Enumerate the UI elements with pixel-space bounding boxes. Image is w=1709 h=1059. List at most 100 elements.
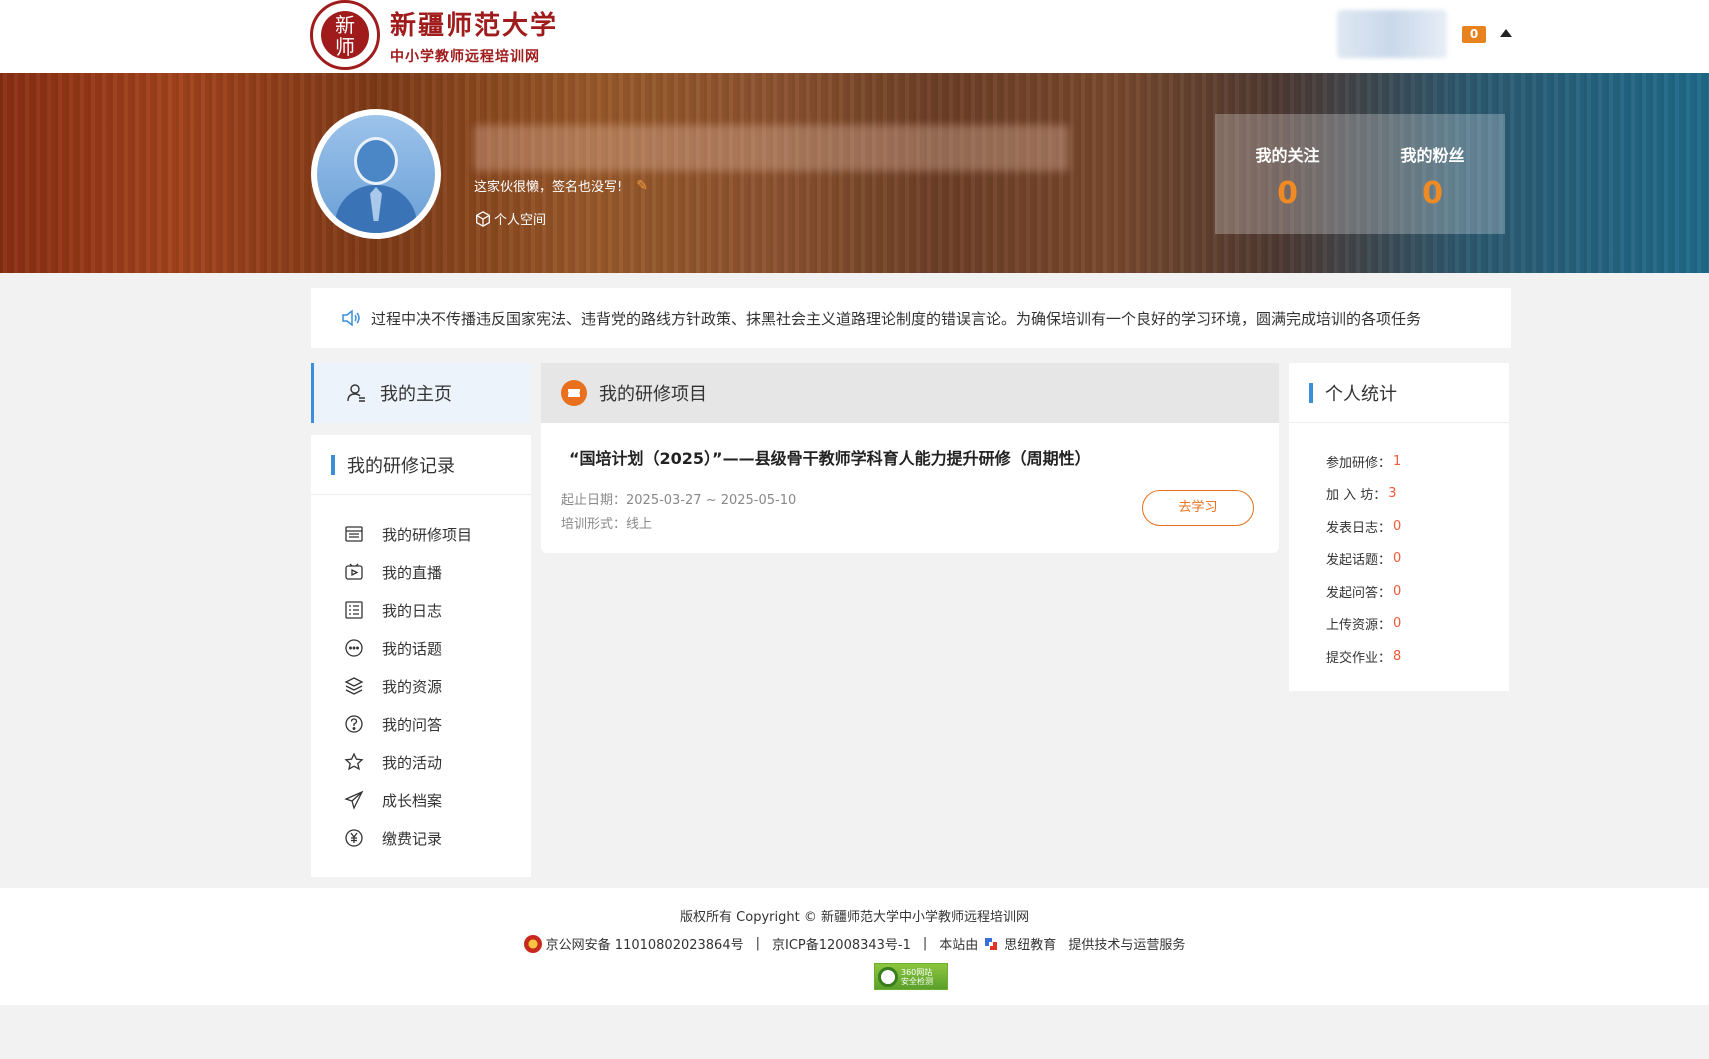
personal-stats-panel: 个人统计 参加研修： 1 加 入 坊： 3 发表日志： 0 发起话题： 0 发起问答： 0… [1289, 363, 1509, 691]
stat-row: 加 入 坊： 3 [1326, 478, 1509, 511]
records-panel: 我的研修记录 我的研修项目 我的直播 我的日志 我的话题 我的资源 我的问答 我… [311, 435, 531, 877]
question-icon [345, 715, 363, 733]
project-form: 培训形式：线上 [561, 513, 652, 532]
stat-label: 加 入 坊： [1326, 488, 1387, 504]
projects-section-title: 我的研修项目 [599, 384, 707, 405]
stat-value[interactable]: 0 [1393, 584, 1401, 599]
footer-records: 京公网安备 11010802023864号 | 京ICP备12008343号-1… [0, 934, 1709, 953]
title-accent-bar [1309, 382, 1313, 403]
following-label: 我的关注 [1255, 146, 1320, 165]
user-avatar-name-blurred[interactable] [1337, 10, 1447, 58]
notice-text: 过程中决不传播违反国家宪法、违背党的路线方针政策、抹黑社会主义道路理论制度的错误… [371, 309, 1422, 328]
sidebar-item-resource[interactable]: 我的资源 [311, 667, 531, 705]
sidebar-item-live[interactable]: 我的直播 [311, 553, 531, 591]
sidebar-item-topic[interactable]: 我的话题 [311, 629, 531, 667]
personal-space-label: 个人空间 [494, 213, 547, 228]
form-value: 线上 [626, 517, 653, 532]
personal-space-link[interactable]: 个人空间 [474, 209, 546, 228]
stat-value[interactable]: 0 [1393, 551, 1401, 566]
send-plane-icon [344, 790, 364, 810]
site-by-text: 本站由 [939, 938, 979, 953]
records-title: 我的研修记录 [347, 455, 455, 477]
go-study-button[interactable]: 去学习 [1142, 490, 1254, 526]
stat-value[interactable]: 0 [1393, 519, 1401, 534]
fans-count: 0 [1422, 176, 1443, 211]
records-menu: 我的研修项目 我的直播 我的日志 我的话题 我的资源 我的问答 我的活动 成长档… [311, 495, 531, 857]
police-emblem-icon [523, 934, 542, 953]
badge-line-1: 360网站 [901, 967, 933, 977]
sidebar-item-label: 成长档案 [382, 791, 443, 810]
fans-label: 我的粉丝 [1400, 146, 1465, 165]
stat-label: 上传资源： [1326, 618, 1392, 634]
sidebar-item-payment[interactable]: 缴费记录 [311, 819, 531, 857]
sidebar-item-label: 我的资源 [382, 677, 443, 696]
sidebar-item-label: 我的问答 [382, 715, 443, 734]
live-tv-icon [345, 563, 363, 580]
seal-char-top: 新 [335, 13, 355, 37]
service-text: 提供技术与运营服务 [1068, 938, 1186, 953]
stat-value[interactable]: 3 [1388, 486, 1396, 501]
stat-value[interactable]: 8 [1393, 649, 1401, 664]
form-label: 培训形式： [561, 517, 627, 532]
footer: 版权所有 Copyright © 新疆师范大学中小学教师远程培训网 京公网安备 … [0, 888, 1709, 1005]
list-doc-icon [345, 526, 363, 542]
cube-icon [476, 210, 490, 227]
sidebar-item-log[interactable]: 我的日志 [311, 591, 531, 629]
copyright-text: 版权所有 Copyright © 新疆师范大学中小学教师远程培训网 [680, 910, 1029, 925]
user-name-blurred [474, 125, 1069, 171]
site-name: 中小学教师远程培训网 [390, 48, 540, 65]
message-count-badge[interactable]: 0 [1462, 26, 1486, 43]
badge-line-2: 安全检测 [901, 976, 933, 986]
university-seal-icon: 新 师 [310, 0, 380, 70]
yen-icon [345, 829, 363, 847]
stat-label: 参加研修： [1326, 455, 1392, 471]
stat-label: 提交作业： [1326, 650, 1392, 666]
caret-up-icon[interactable] [1500, 29, 1512, 37]
notice-bar: 过程中决不传播违反国家宪法、违背党的路线方针政策、抹黑社会主义道路理论制度的错误… [311, 288, 1511, 348]
project-date: 起止日期：2025-03-27 ~ 2025-05-10 [561, 489, 796, 508]
sidebar-item-projects[interactable]: 我的研修项目 [311, 515, 531, 553]
layers-icon [344, 677, 364, 695]
sidebar-item-label: 我的研修项目 [382, 525, 473, 544]
sidebar-item-label: 缴费记录 [382, 829, 443, 848]
follow-stats-box: 我的关注 0 我的粉丝 0 [1215, 114, 1505, 234]
stat-label: 发起话题： [1326, 553, 1392, 569]
top-bar: 新 师 新疆师范大学 中小学教师远程培训网 0 [0, 0, 1709, 73]
sidebar-item-label: 我的活动 [382, 753, 443, 772]
company-link[interactable]: 思纽教育 [1004, 934, 1056, 953]
sidebar-item-qa[interactable]: 我的问答 [311, 705, 531, 743]
pencil-icon[interactable]: ✎ [636, 178, 648, 194]
separator: | [755, 936, 760, 951]
magnifier-icon [878, 966, 898, 987]
seal-char-bottom: 师 [335, 35, 355, 59]
police-record-link[interactable]: 京公网安备 11010802023864号 [546, 934, 744, 953]
company-logo-icon [985, 937, 998, 950]
sidebar-item-activity[interactable]: 我的活动 [311, 743, 531, 781]
sidebar-item-home[interactable]: 我的主页 [311, 363, 531, 423]
sidebar-item-label: 我的日志 [382, 601, 443, 620]
project-title[interactable]: “国培计划（2025）”——县级骨干教师学科育人能力提升研修（周期性） [569, 445, 1091, 469]
signature-row: 这家伙很懒，签名也没写! ✎ [474, 176, 648, 196]
separator: | [922, 936, 928, 951]
sidebar-item-label: 我的直播 [382, 563, 443, 582]
following-count: 0 [1277, 176, 1298, 211]
fans-stat[interactable]: 我的粉丝 0 [1360, 114, 1505, 234]
site-logo[interactable]: 新 师 新疆师范大学 中小学教师远程培训网 [310, 0, 558, 70]
stat-value[interactable]: 1 [1393, 454, 1401, 469]
avatar[interactable] [311, 109, 441, 239]
stat-row: 发起问答： 0 [1326, 575, 1509, 608]
stat-value[interactable]: 0 [1393, 616, 1401, 631]
sidebar-item-growth[interactable]: 成长档案 [311, 781, 531, 819]
home-label: 我的主页 [380, 384, 452, 405]
date-value: 2025-03-27 ~ 2025-05-10 [626, 493, 797, 508]
following-stat[interactable]: 我的关注 0 [1215, 114, 1360, 234]
stat-row: 上传资源： 0 [1326, 608, 1509, 641]
security-badge[interactable]: 360网站 安全检测 [874, 963, 948, 990]
icp-link[interactable]: 京ICP备12008343号-1 [772, 934, 911, 953]
stat-label: 发起问答： [1326, 585, 1392, 601]
stat-row: 发表日志： 0 [1326, 510, 1509, 543]
sidebar-item-label: 我的话题 [382, 639, 443, 658]
stat-row: 提交作业： 8 [1326, 640, 1509, 673]
university-name: 新疆师范大学 [390, 10, 559, 41]
log-list-icon [345, 601, 363, 619]
